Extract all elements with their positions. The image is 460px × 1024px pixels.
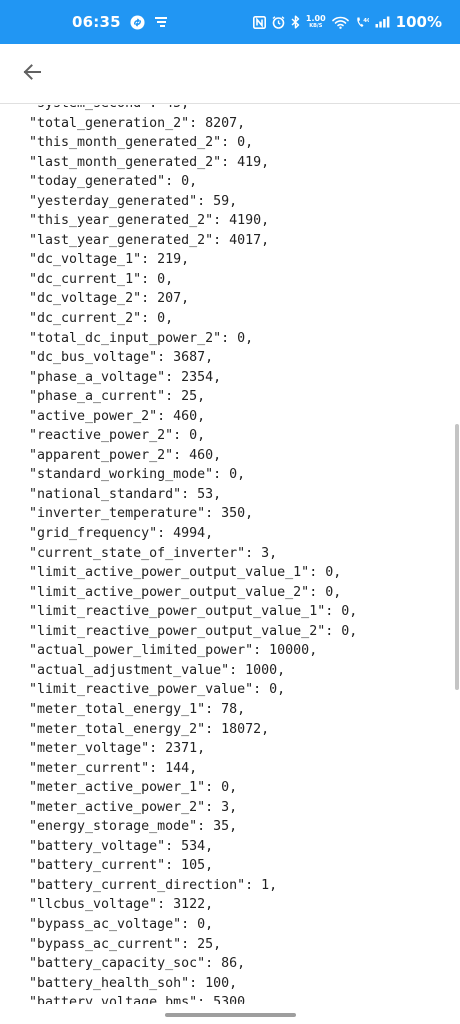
- scrollbar-thumb[interactable]: [455, 424, 459, 690]
- json-line: "battery_current": 105,: [29, 858, 214, 874]
- json-line: "dc_current_1": 0,: [29, 271, 174, 287]
- json-line: "this_year_generated_2": 4190,: [29, 213, 270, 229]
- json-line: "energy_storage_mode": 35,: [29, 819, 238, 835]
- json-line: "this_month_generated_2": 0,: [29, 135, 254, 151]
- signal-icon: [375, 16, 390, 28]
- net-speed: 1.00 KB/S: [305, 14, 326, 30]
- json-text: "system_second": 45,"total_generation_2"…: [0, 105, 357, 1005]
- json-line: "phase_a_current": 25,: [29, 389, 206, 405]
- back-button[interactable]: [18, 60, 46, 88]
- sync-icon: [130, 14, 145, 30]
- json-line: "limit_active_power_output_value_2": 0,: [29, 584, 342, 600]
- json-line: "meter_total_energy_2": 18072,: [29, 721, 270, 737]
- bluetooth-icon: [291, 15, 300, 29]
- status-left: 06:35: [72, 13, 168, 31]
- json-line: "battery_health_soh": 100,: [29, 975, 238, 991]
- json-line: "last_month_generated_2": 419,: [29, 154, 270, 170]
- json-line: "yesterday_generated": 59,: [29, 193, 238, 209]
- json-line: "dc_voltage_1": 219,: [29, 252, 190, 268]
- svg-text:4G: 4G: [363, 18, 369, 24]
- volte-icon: 4G: [355, 16, 369, 29]
- status-time: 06:35: [72, 13, 121, 31]
- json-line: "active_power_2": 460,: [29, 408, 206, 424]
- json-line: "limit_reactive_power_output_value_2": 0…: [29, 623, 358, 639]
- json-line: "meter_total_energy_1": 78,: [29, 701, 246, 717]
- json-line: "total_dc_input_power_2": 0,: [29, 330, 254, 346]
- json-line: "dc_current_2": 0,: [29, 311, 174, 327]
- json-line: "actual_adjustment_value": 1000,: [29, 662, 286, 678]
- status-right: 1.00 KB/S 4G 100%: [252, 13, 442, 31]
- json-line: "phase_a_voltage": 2354,: [29, 369, 222, 385]
- json-line: "meter_voltage": 2371,: [29, 741, 206, 757]
- json-line: "grid_frequency": 4994,: [29, 526, 214, 542]
- json-line: "battery_voltage": 534,: [29, 838, 214, 854]
- json-line: "system_second": 45,: [29, 105, 357, 114]
- json-line: "limit_reactive_power_output_value_1": 0…: [29, 604, 358, 620]
- json-line: "today_generated": 0,: [29, 174, 198, 190]
- json-line: "bypass_ac_current": 25,: [29, 936, 222, 952]
- json-line: "bypass_ac_voltage": 0,: [29, 916, 214, 932]
- status-bar: 06:35 1.00 KB/S 4 100%: [0, 0, 460, 44]
- json-line: "dc_bus_voltage": 3687,: [29, 350, 214, 366]
- json-line: "meter_active_power_2": 3,: [29, 799, 238, 815]
- json-line: "last_year_generated_2": 4017,: [29, 232, 270, 248]
- cast-icon: [154, 16, 168, 28]
- json-line: "reactive_power_2": 0,: [29, 428, 206, 444]
- json-line: "current_state_of_inverter": 3,: [29, 545, 278, 561]
- json-line: "meter_active_power_1": 0,: [29, 780, 238, 796]
- navigation-bar: [0, 1004, 460, 1024]
- net-speed-value: 1.00: [305, 14, 326, 23]
- json-line: "limit_active_power_output_value_1": 0,: [29, 565, 342, 581]
- json-line: "standard_working_mode": 0,: [29, 467, 246, 483]
- json-line: "battery_capacity_soc": 86,: [29, 956, 246, 972]
- json-line: "total_generation_2": 8207,: [29, 115, 246, 131]
- json-line: "apparent_power_2": 460,: [29, 447, 222, 463]
- json-line: "dc_voltage_2": 207,: [29, 291, 190, 307]
- arrow-back-icon: [22, 62, 42, 86]
- json-line: "inverter_temperature": 350,: [29, 506, 254, 522]
- json-content-view[interactable]: "system_second": 45,"total_generation_2"…: [0, 105, 460, 1005]
- net-speed-unit: KB/S: [309, 23, 323, 29]
- battery-percent: 100%: [395, 13, 442, 31]
- alarm-icon: [272, 15, 285, 29]
- json-line: "llcbus_voltage": 3122,: [29, 897, 214, 913]
- json-line: "national_standard": 53,: [29, 486, 222, 502]
- app-bar: [0, 44, 460, 104]
- gesture-handle[interactable]: [165, 1013, 296, 1017]
- json-line: "actual_power_limited_power": 10000,: [29, 643, 318, 659]
- json-line: "meter_current": 144,: [29, 760, 198, 776]
- wifi-icon: [331, 16, 349, 29]
- json-line: "limit_reactive_power_value": 0,: [29, 682, 286, 698]
- json-line: "battery_current_direction": 1,: [29, 877, 278, 893]
- nfc-icon: [252, 15, 266, 29]
